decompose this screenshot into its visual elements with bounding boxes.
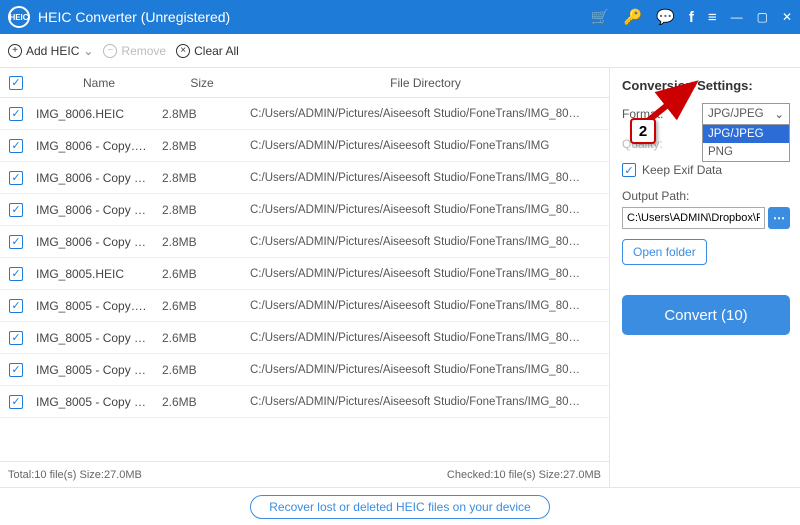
menu-icon[interactable]: ≡ <box>708 9 717 26</box>
convert-button[interactable]: Convert (10) <box>622 295 790 335</box>
table-row[interactable]: ✓ IMG_8005 - Copy….2.6MBC:/Users/ADMIN/Pi… <box>0 290 609 322</box>
row-size: 2.6MB <box>162 395 242 409</box>
maximize-button[interactable]: ▢ <box>757 10 768 24</box>
col-size-header[interactable]: Size <box>162 76 242 90</box>
row-checkbox[interactable]: ✓ <box>9 235 23 249</box>
row-name: IMG_8005 - Copy … <box>32 395 162 409</box>
row-dir: C:/Users/ADMIN/Pictures/Aiseesoft Studio… <box>242 172 609 184</box>
keep-exif-label: Keep Exif Data <box>642 163 722 177</box>
row-name: IMG_8006 - Copy … <box>32 203 162 217</box>
row-size: 2.8MB <box>162 235 242 249</box>
row-dir: C:/Users/ADMIN/Pictures/Aiseesoft Studio… <box>242 236 609 248</box>
row-size: 2.8MB <box>162 203 242 217</box>
row-size: 2.8MB <box>162 107 242 121</box>
format-selected-value: JPG/JPEG <box>708 108 764 120</box>
row-name: IMG_8006.HEIC <box>32 107 162 121</box>
col-name-header[interactable]: Name <box>32 76 162 90</box>
col-dir-header[interactable]: File Directory <box>242 76 609 90</box>
add-heic-label: Add HEIC <box>26 44 79 58</box>
row-dir: C:/Users/ADMIN/Pictures/Aiseesoft Studio… <box>242 268 609 280</box>
output-path-input[interactable] <box>622 207 765 229</box>
row-checkbox[interactable]: ✓ <box>9 363 23 377</box>
select-all-checkbox[interactable]: ✓ <box>9 76 23 90</box>
browse-output-button[interactable]: ⋯ <box>768 207 790 229</box>
row-size: 2.8MB <box>162 139 242 153</box>
row-dir: C:/Users/ADMIN/Pictures/Aiseesoft Studio… <box>242 108 609 120</box>
row-dir: C:/Users/ADMIN/Pictures/Aiseesoft Studio… <box>242 204 609 216</box>
table-row[interactable]: ✓ IMG_8006 - Copy …2.8MBC:/Users/ADMIN/Pi… <box>0 194 609 226</box>
format-select[interactable]: JPG/JPEG ⌄ <box>702 103 790 125</box>
add-heic-button[interactable]: + Add HEIC ⌄ <box>8 44 93 58</box>
row-name: IMG_8005 - Copy … <box>32 331 162 345</box>
row-checkbox[interactable]: ✓ <box>9 299 23 313</box>
table-row[interactable]: ✓ IMG_8006.HEIC2.8MBC:/Users/ADMIN/Pictur… <box>0 98 609 130</box>
row-size: 2.6MB <box>162 267 242 281</box>
row-dir: C:/Users/ADMIN/Pictures/Aiseesoft Studio… <box>242 332 609 344</box>
clear-all-label: Clear All <box>194 44 239 58</box>
table-row[interactable]: ✓ IMG_8006 - Copy …2.8MBC:/Users/ADMIN/Pi… <box>0 162 609 194</box>
table-row[interactable]: ✓ IMG_8005 - Copy …2.6MBC:/Users/ADMIN/Pi… <box>0 322 609 354</box>
row-size: 2.6MB <box>162 331 242 345</box>
row-name: IMG_8006 - Copy…. <box>32 139 162 153</box>
row-size: 2.8MB <box>162 171 242 185</box>
remove-button: − Remove <box>103 44 166 58</box>
format-dropdown: JPG/JPEG PNG <box>702 124 790 162</box>
row-name: IMG_8005.HEIC <box>32 267 162 281</box>
table-row[interactable]: ✓ IMG_8005.HEIC2.6MBC:/Users/ADMIN/Pictur… <box>0 258 609 290</box>
remove-label: Remove <box>121 44 166 58</box>
minimize-button[interactable]: — <box>731 10 743 24</box>
row-name: IMG_8006 - Copy … <box>32 171 162 185</box>
table-row[interactable]: ✓ IMG_8006 - Copy….2.8MBC:/Users/ADMIN/Pi… <box>0 130 609 162</box>
format-label: Format: <box>622 107 663 121</box>
chevron-down-icon[interactable]: ⌄ <box>83 44 93 58</box>
table-row[interactable]: ✓ IMG_8006 - Copy …2.8MBC:/Users/ADMIN/Pi… <box>0 226 609 258</box>
row-dir: C:/Users/ADMIN/Pictures/Aiseesoft Studio… <box>242 140 609 152</box>
table-row[interactable]: ✓ IMG_8005 - Copy …2.6MBC:/Users/ADMIN/Pi… <box>0 354 609 386</box>
row-name: IMG_8006 - Copy … <box>32 235 162 249</box>
settings-title: Conversion Settings: <box>622 78 790 93</box>
row-dir: C:/Users/ADMIN/Pictures/Aiseesoft Studio… <box>242 300 609 312</box>
format-option-jpg[interactable]: JPG/JPEG <box>703 125 789 143</box>
recover-link[interactable]: Recover lost or deleted HEIC files on yo… <box>250 495 549 519</box>
close-button[interactable]: ✕ <box>782 10 792 24</box>
minus-icon: − <box>103 44 117 58</box>
row-dir: C:/Users/ADMIN/Pictures/Aiseesoft Studio… <box>242 364 609 376</box>
format-option-png[interactable]: PNG <box>703 143 789 161</box>
row-checkbox[interactable]: ✓ <box>9 139 23 153</box>
row-checkbox[interactable]: ✓ <box>9 395 23 409</box>
row-checkbox[interactable]: ✓ <box>9 267 23 281</box>
table-row[interactable]: ✓ IMG_8005 - Copy …2.6MBC:/Users/ADMIN/Pi… <box>0 386 609 418</box>
app-title: HEIC Converter (Unregistered) <box>38 9 591 25</box>
row-name: IMG_8005 - Copy … <box>32 363 162 377</box>
row-size: 2.6MB <box>162 363 242 377</box>
plus-icon: + <box>8 44 22 58</box>
chevron-down-icon: ⌄ <box>774 107 784 121</box>
row-checkbox[interactable]: ✓ <box>9 171 23 185</box>
clear-all-button[interactable]: × Clear All <box>176 44 239 58</box>
row-size: 2.6MB <box>162 299 242 313</box>
quality-label: Quality: <box>622 137 663 151</box>
row-checkbox[interactable]: ✓ <box>9 331 23 345</box>
row-dir: C:/Users/ADMIN/Pictures/Aiseesoft Studio… <box>242 396 609 408</box>
status-checked: Checked:10 file(s) Size:27.0MB <box>447 469 601 481</box>
feedback-icon[interactable]: 💬 <box>656 8 675 26</box>
row-name: IMG_8005 - Copy…. <box>32 299 162 313</box>
cart-icon[interactable]: 🛒 <box>591 8 610 26</box>
open-folder-button[interactable]: Open folder <box>622 239 707 265</box>
status-total: Total:10 file(s) Size:27.0MB <box>8 469 142 481</box>
app-logo: HEIC <box>8 6 30 28</box>
row-checkbox[interactable]: ✓ <box>9 203 23 217</box>
row-checkbox[interactable]: ✓ <box>9 107 23 121</box>
keep-exif-checkbox[interactable]: ✓ <box>622 163 636 177</box>
output-path-label: Output Path: <box>622 189 790 203</box>
facebook-icon[interactable]: f <box>689 9 694 26</box>
x-icon: × <box>176 44 190 58</box>
key-icon[interactable]: 🔑 <box>623 8 642 26</box>
